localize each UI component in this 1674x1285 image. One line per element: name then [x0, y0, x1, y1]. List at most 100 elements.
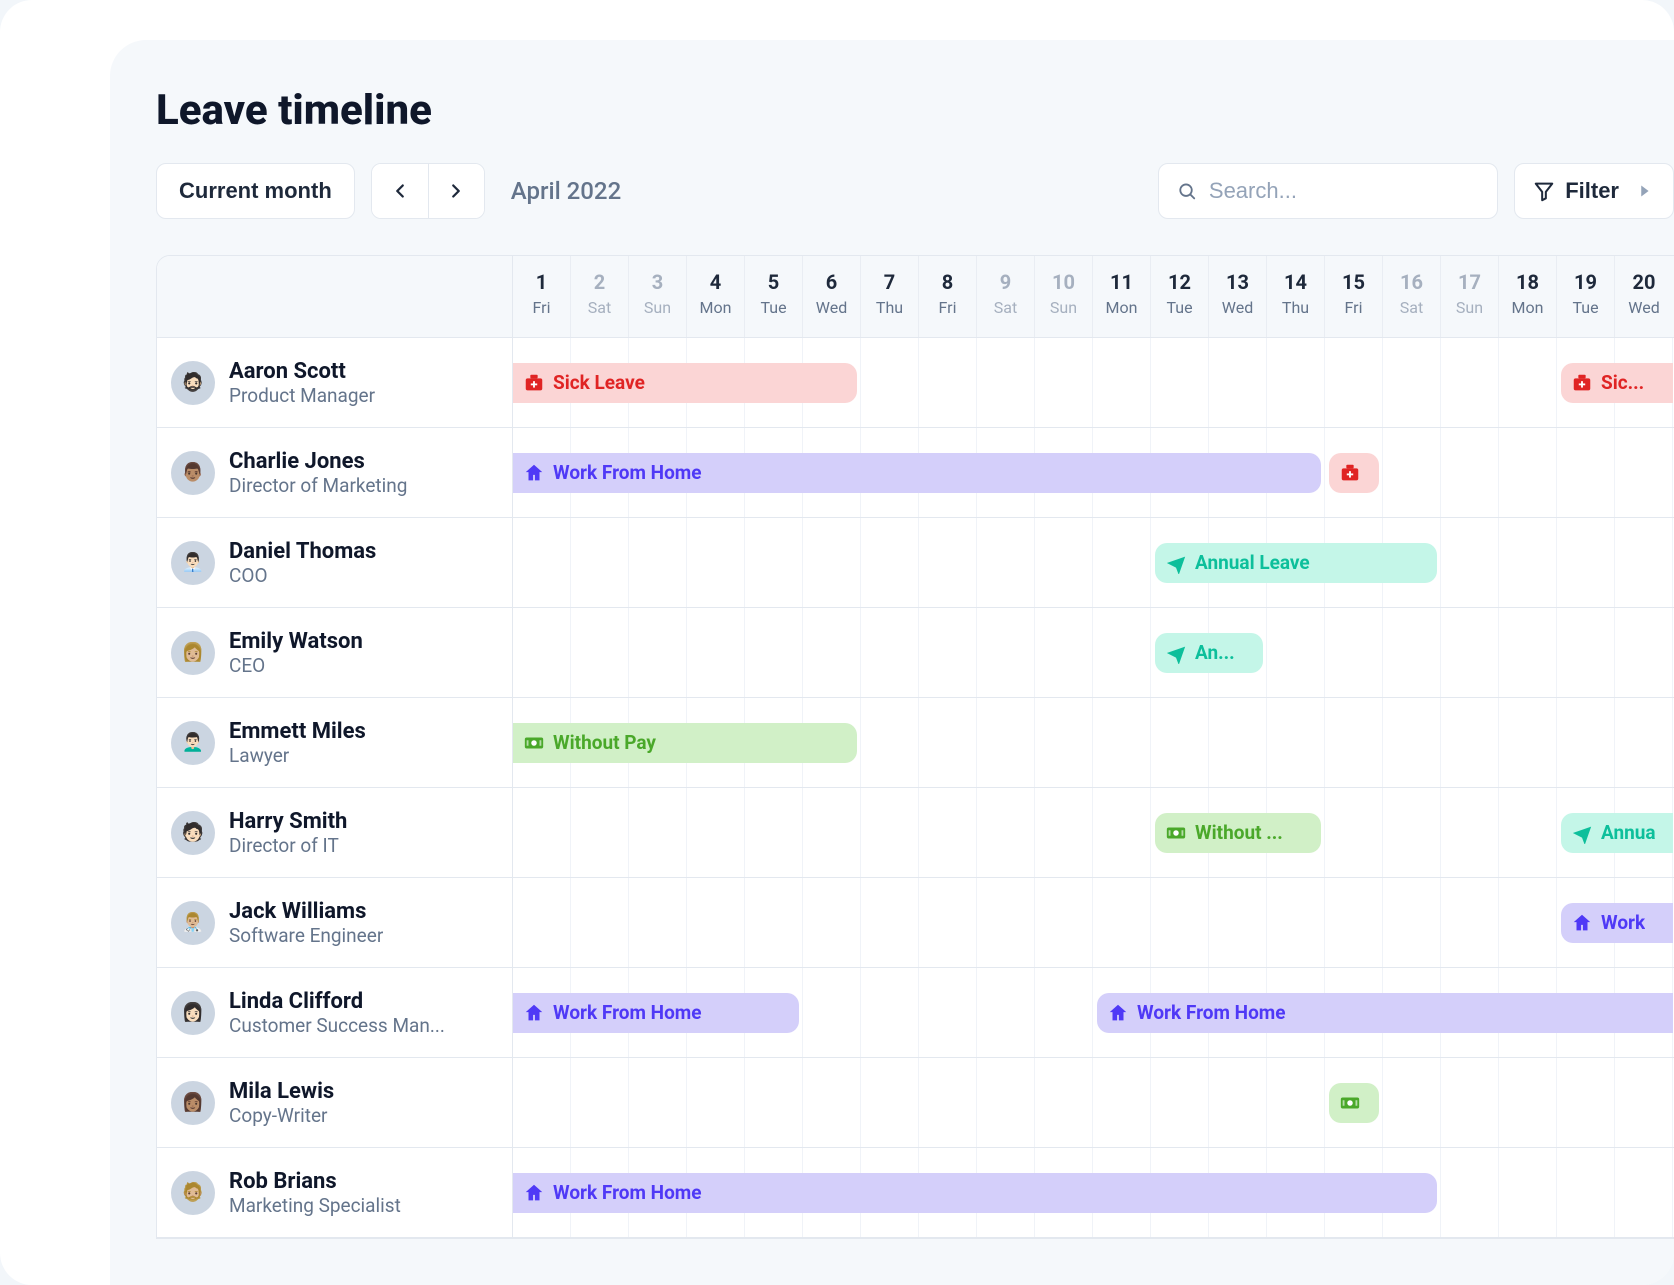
timeline-cell — [977, 1058, 1035, 1147]
timeline-cell — [1441, 1148, 1499, 1237]
filter-button[interactable]: Filter — [1514, 163, 1674, 219]
day-of-week: Sun — [1441, 298, 1498, 317]
search-icon — [1177, 180, 1197, 202]
employee-cell[interactable]: 👩🏻 Linda Clifford Customer Success Man..… — [157, 968, 513, 1057]
timeline-cell — [1093, 878, 1151, 967]
day-header: 2 Sat — [571, 256, 629, 337]
day-header: 6 Wed — [803, 256, 861, 337]
leave-bar-wfh[interactable]: Work From Home — [513, 993, 799, 1033]
day-of-week: Fri — [919, 298, 976, 317]
leave-bar-annual[interactable]: An... — [1155, 633, 1263, 673]
timeline-cell — [1615, 1148, 1673, 1237]
timeline-cell — [1557, 1058, 1615, 1147]
leave-bar-wfh[interactable]: Work — [1561, 903, 1673, 943]
avatar: 🧑🏻 — [171, 811, 215, 855]
leave-bar-withoutpay[interactable]: Without ... — [1155, 813, 1321, 853]
timeline-cell — [861, 518, 919, 607]
timeline-cell — [1093, 1058, 1151, 1147]
leave-bar-sick[interactable] — [1329, 453, 1379, 493]
employee-cell[interactable]: 👩🏼 Emily Watson CEO — [157, 608, 513, 697]
leave-bar-sick[interactable]: Sick Leave — [513, 363, 857, 403]
day-number: 15 — [1325, 270, 1382, 294]
day-of-week: Tue — [745, 298, 802, 317]
day-number: 14 — [1267, 270, 1324, 294]
timeline-cell — [1383, 338, 1441, 427]
day-header: 10 Sun — [1035, 256, 1093, 337]
timeline-cell — [1093, 698, 1151, 787]
employee-cell[interactable]: 👨🏽 Charlie Jones Director of Marketing — [157, 428, 513, 517]
leave-bar-withoutpay[interactable]: Without Pay — [513, 723, 857, 763]
timeline-cell — [919, 788, 977, 877]
avatar: 👨🏻‍🦱 — [171, 721, 215, 765]
timeline-grid — [513, 1058, 1674, 1147]
day-header: 13 Wed — [1209, 256, 1267, 337]
leave-bar-label: Annua — [1601, 821, 1656, 844]
day-header: 15 Fri — [1325, 256, 1383, 337]
leave-bar-wfh[interactable]: Work From Home — [513, 1173, 1437, 1213]
avatar: 👩🏽 — [171, 1081, 215, 1125]
leave-bar-withoutpay[interactable] — [1329, 1083, 1379, 1123]
search-input[interactable] — [1209, 178, 1479, 204]
timeline-grid: Work From Home Work From Home — [513, 968, 1674, 1057]
timeline-cell — [919, 968, 977, 1057]
timeline-cell — [629, 518, 687, 607]
timeline-cell — [1093, 608, 1151, 697]
employee-role: Lawyer — [229, 744, 366, 767]
timeline-cell — [1615, 428, 1673, 517]
day-number: 4 — [687, 270, 744, 294]
timeline-header-name-col — [157, 256, 513, 337]
medkit-icon — [523, 372, 545, 394]
timeline-cell — [977, 788, 1035, 877]
timeline-cell — [1151, 698, 1209, 787]
timeline-cell — [1383, 698, 1441, 787]
employee-name: Emily Watson — [229, 629, 363, 654]
timeline-cell — [977, 608, 1035, 697]
timeline-cell — [1267, 338, 1325, 427]
timeline-cell — [1557, 518, 1615, 607]
timeline-cell — [1499, 878, 1557, 967]
money-icon — [523, 732, 545, 754]
leave-bar-annual[interactable]: Annua — [1561, 813, 1673, 853]
timeline-cell — [977, 698, 1035, 787]
timeline-cell — [861, 878, 919, 967]
employee-cell[interactable]: 👨🏻‍💼 Daniel Thomas COO — [157, 518, 513, 607]
leave-bar-annual[interactable]: Annual Leave — [1155, 543, 1437, 583]
day-of-week: Thu — [861, 298, 918, 317]
next-month-button[interactable] — [428, 164, 484, 218]
day-header: 14 Thu — [1267, 256, 1325, 337]
day-of-week: Sun — [1035, 298, 1092, 317]
leave-bar-wfh[interactable]: Work From Home — [513, 453, 1321, 493]
filter-label: Filter — [1565, 178, 1619, 204]
timeline-cell — [1383, 788, 1441, 877]
timeline-cell — [1151, 878, 1209, 967]
employee-cell[interactable]: 👩🏽 Mila Lewis Copy-Writer — [157, 1058, 513, 1147]
employee-cell[interactable]: 🧔🏼 Rob Brians Marketing Specialist — [157, 1148, 513, 1237]
timeline-cell — [1615, 518, 1673, 607]
day-header: 7 Thu — [861, 256, 919, 337]
timeline-cell — [1151, 1058, 1209, 1147]
home-icon — [523, 1002, 545, 1024]
day-number: 20 — [1615, 270, 1673, 294]
employee-cell[interactable]: 🧑🏻 Harry Smith Director of IT — [157, 788, 513, 877]
employee-cell[interactable]: 👨🏻‍🦱 Emmett Miles Lawyer — [157, 698, 513, 787]
leave-bar-wfh[interactable]: Work From Home — [1097, 993, 1673, 1033]
timeline-cell — [1557, 698, 1615, 787]
timeline-cell — [745, 788, 803, 877]
timeline-cell — [1441, 608, 1499, 697]
day-number: 13 — [1209, 270, 1266, 294]
employee-role: Software Engineer — [229, 924, 383, 947]
search-box[interactable] — [1158, 163, 1498, 219]
timeline-cell — [1615, 1058, 1673, 1147]
day-of-week: Mon — [1093, 298, 1150, 317]
employee-cell[interactable]: 👨🏼‍⚕️ Jack Williams Software Engineer — [157, 878, 513, 967]
prev-month-button[interactable] — [372, 164, 428, 218]
current-month-button[interactable]: Current month — [156, 163, 355, 219]
timeline-cell — [1035, 878, 1093, 967]
timeline-cell — [1557, 608, 1615, 697]
employee-cell[interactable]: 🧔🏻 Aaron Scott Product Manager — [157, 338, 513, 427]
timeline-grid: Sick Leave Sic... — [513, 338, 1674, 427]
leave-bar-sick[interactable]: Sic... — [1561, 363, 1673, 403]
timeline-cell — [1035, 608, 1093, 697]
timeline-cell — [1035, 1058, 1093, 1147]
leave-bar-label: Without Pay — [553, 731, 656, 754]
